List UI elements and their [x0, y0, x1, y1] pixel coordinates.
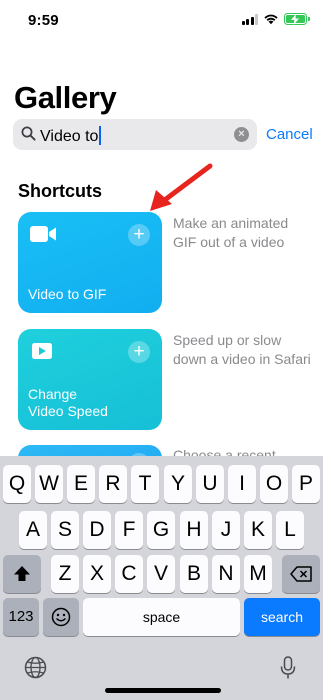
shortcut-card-video-to-gif[interactable]: + Video to GIF: [18, 212, 162, 313]
status-time: 9:59: [28, 12, 59, 29]
key-c[interactable]: C: [115, 555, 143, 593]
keyboard-row-2: A S D F G H J K L: [0, 511, 323, 549]
emoji-key[interactable]: [43, 598, 79, 636]
key-j[interactable]: J: [212, 511, 240, 549]
key-e[interactable]: E: [67, 465, 95, 503]
battery-icon: [284, 13, 310, 25]
text-cursor: [99, 126, 102, 145]
shortcut-card-change-video-speed[interactable]: + Change Video Speed: [18, 329, 162, 430]
keyboard-row-3: Z X C V B N M: [0, 555, 323, 593]
key-t[interactable]: T: [131, 465, 159, 503]
wifi-icon: [264, 14, 278, 25]
key-q[interactable]: Q: [3, 465, 31, 503]
search-icon: [21, 126, 36, 141]
page-title: Gallery: [14, 80, 117, 115]
shortcut-label: Change Video Speed: [28, 386, 108, 420]
keyboard: Q W E R T Y U I O P A S D F G H J K L Z …: [0, 456, 323, 700]
cellular-signal-icon: [241, 13, 258, 25]
key-l[interactable]: L: [276, 511, 304, 549]
status-icons: [241, 13, 310, 25]
delete-key[interactable]: [282, 555, 320, 593]
play-icon: [32, 343, 52, 359]
globe-icon[interactable]: [24, 656, 47, 679]
key-w[interactable]: W: [35, 465, 63, 503]
keyboard-row-4: 123 space search: [0, 598, 323, 636]
key-f[interactable]: F: [115, 511, 143, 549]
annotation-arrow: [150, 163, 213, 211]
video-camera-icon: [30, 226, 56, 242]
keyboard-row-1: Q W E R T Y U I O P: [0, 465, 323, 503]
key-k[interactable]: K: [244, 511, 272, 549]
emoji-icon: [51, 607, 71, 627]
shift-key[interactable]: [3, 555, 41, 593]
status-bar: 9:59: [0, 0, 323, 44]
key-g[interactable]: G: [147, 511, 175, 549]
microphone-icon[interactable]: [280, 656, 296, 680]
key-u[interactable]: U: [196, 465, 224, 503]
search-key[interactable]: search: [244, 598, 320, 636]
key-d[interactable]: D: [83, 511, 111, 549]
key-i[interactable]: I: [228, 465, 256, 503]
key-a[interactable]: A: [19, 511, 47, 549]
space-key[interactable]: space: [83, 598, 240, 636]
key-x[interactable]: X: [83, 555, 111, 593]
key-z[interactable]: Z: [51, 555, 79, 593]
home-indicator: [105, 688, 221, 693]
key-o[interactable]: O: [260, 465, 288, 503]
shift-icon: [14, 566, 30, 581]
search-input[interactable]: Video to: [40, 126, 102, 146]
shortcut-label: Video to GIF: [28, 286, 107, 302]
add-shortcut-button[interactable]: +: [128, 341, 150, 363]
key-h[interactable]: H: [180, 511, 208, 549]
key-p[interactable]: P: [292, 465, 320, 503]
search-field[interactable]: Video to ×: [13, 119, 257, 150]
cancel-button[interactable]: Cancel: [266, 126, 313, 143]
key-y[interactable]: Y: [164, 465, 192, 503]
add-shortcut-button[interactable]: +: [128, 224, 150, 246]
key-m[interactable]: M: [244, 555, 272, 593]
search-input-value: Video to: [40, 128, 99, 145]
shortcut-description: Speed up or slow down a video in Safari: [173, 332, 311, 367]
key-n[interactable]: N: [212, 555, 240, 593]
key-b[interactable]: B: [180, 555, 208, 593]
section-title: Shortcuts: [18, 181, 103, 201]
backspace-icon: [290, 566, 312, 582]
clear-text-icon[interactable]: ×: [234, 127, 249, 142]
key-v[interactable]: V: [147, 555, 175, 593]
numbers-key[interactable]: 123: [3, 598, 39, 636]
shortcut-label-line-1: Change: [28, 386, 78, 402]
shortcut-label-line-2: Video Speed: [28, 403, 108, 419]
charging-bolt-icon: [291, 14, 299, 25]
key-s[interactable]: S: [51, 511, 79, 549]
key-r[interactable]: R: [99, 465, 127, 503]
